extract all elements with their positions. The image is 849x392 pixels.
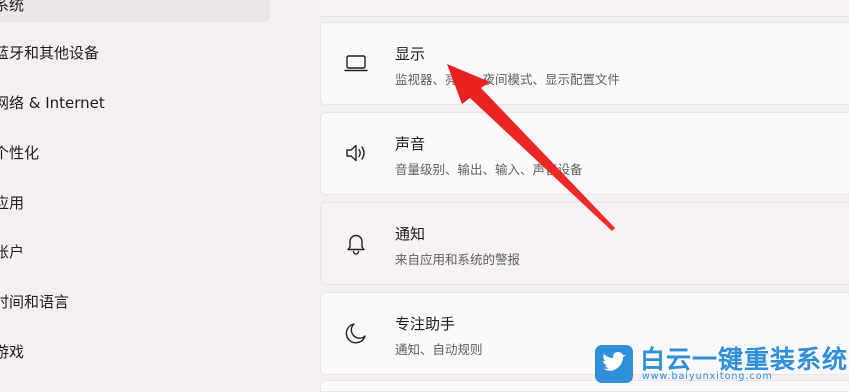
sidebar-item-label: 时间和语言: [0, 292, 70, 311]
sidebar-item-label: 帐户: [0, 242, 25, 261]
watermark: 白云一键重装系统 www.baiyunxitong.com: [594, 340, 847, 386]
sidebar-item-apps[interactable]: 应用: [0, 184, 270, 220]
sidebar-item-personalization[interactable]: 个性化: [0, 134, 270, 170]
sidebar-item-label: 蓝牙和其他设备: [0, 43, 100, 62]
sidebar-item-time-language[interactable]: 时间和语言: [0, 283, 270, 319]
display-monitor-icon: [344, 55, 368, 72]
card-description: 监视器、亮度、夜间模式、显示配置文件: [395, 72, 621, 87]
sidebar-item-label: 游戏: [0, 342, 25, 361]
focus-moon-icon: [345, 323, 366, 344]
card-title: 声音: [395, 135, 426, 153]
card-title: 通知: [395, 225, 426, 243]
settings-card-display[interactable]: 显示 监视器、亮度、夜间模式、显示配置文件: [320, 22, 849, 105]
sidebar-item-network-internet[interactable]: 网络 & Internet: [0, 84, 270, 120]
card-title: 专注助手: [395, 315, 456, 333]
sidebar-item-label: 应用: [0, 193, 25, 212]
settings-card-notifications[interactable]: 通知 来自应用和系统的警报: [320, 202, 849, 285]
sidebar-item-accounts[interactable]: 帐户: [0, 233, 270, 269]
system-settings-list: 显示 监视器、亮度、夜间模式、显示配置文件 声音 音量级别、输出、输入、声音设备…: [320, 0, 849, 392]
speaker-sound-icon: [346, 144, 365, 162]
settings-card-sound[interactable]: 声音 音量级别、输出、输入、声音设备: [320, 112, 849, 195]
notification-bell-icon: [347, 234, 365, 255]
card-title: 显示: [395, 45, 426, 63]
sidebar-item-bluetooth-devices[interactable]: 蓝牙和其他设备: [0, 34, 270, 70]
sidebar-item-label: 个性化: [0, 143, 40, 162]
sidebar-item-label: 网络 & Internet: [0, 93, 105, 112]
sidebar-item-system[interactable]: 系统: [0, 0, 270, 22]
sidebar-item-gaming[interactable]: 游戏: [0, 333, 270, 369]
watermark-bird-logo-icon: [595, 345, 633, 383]
watermark-url: www.baiyunxitong.com: [642, 371, 773, 382]
card-description: 音量级别、输出、输入、声音设备: [395, 162, 583, 177]
card-description: 通知、自动规则: [395, 342, 483, 357]
card-description: 来自应用和系统的警报: [395, 252, 521, 267]
settings-sidebar: 系统 蓝牙和其他设备 网络 & Internet 个性化 应用 帐户 时间和语言…: [0, 0, 300, 389]
settings-card-partial-top[interactable]: [320, 0, 849, 17]
sidebar-item-label: 系统: [0, 0, 25, 14]
